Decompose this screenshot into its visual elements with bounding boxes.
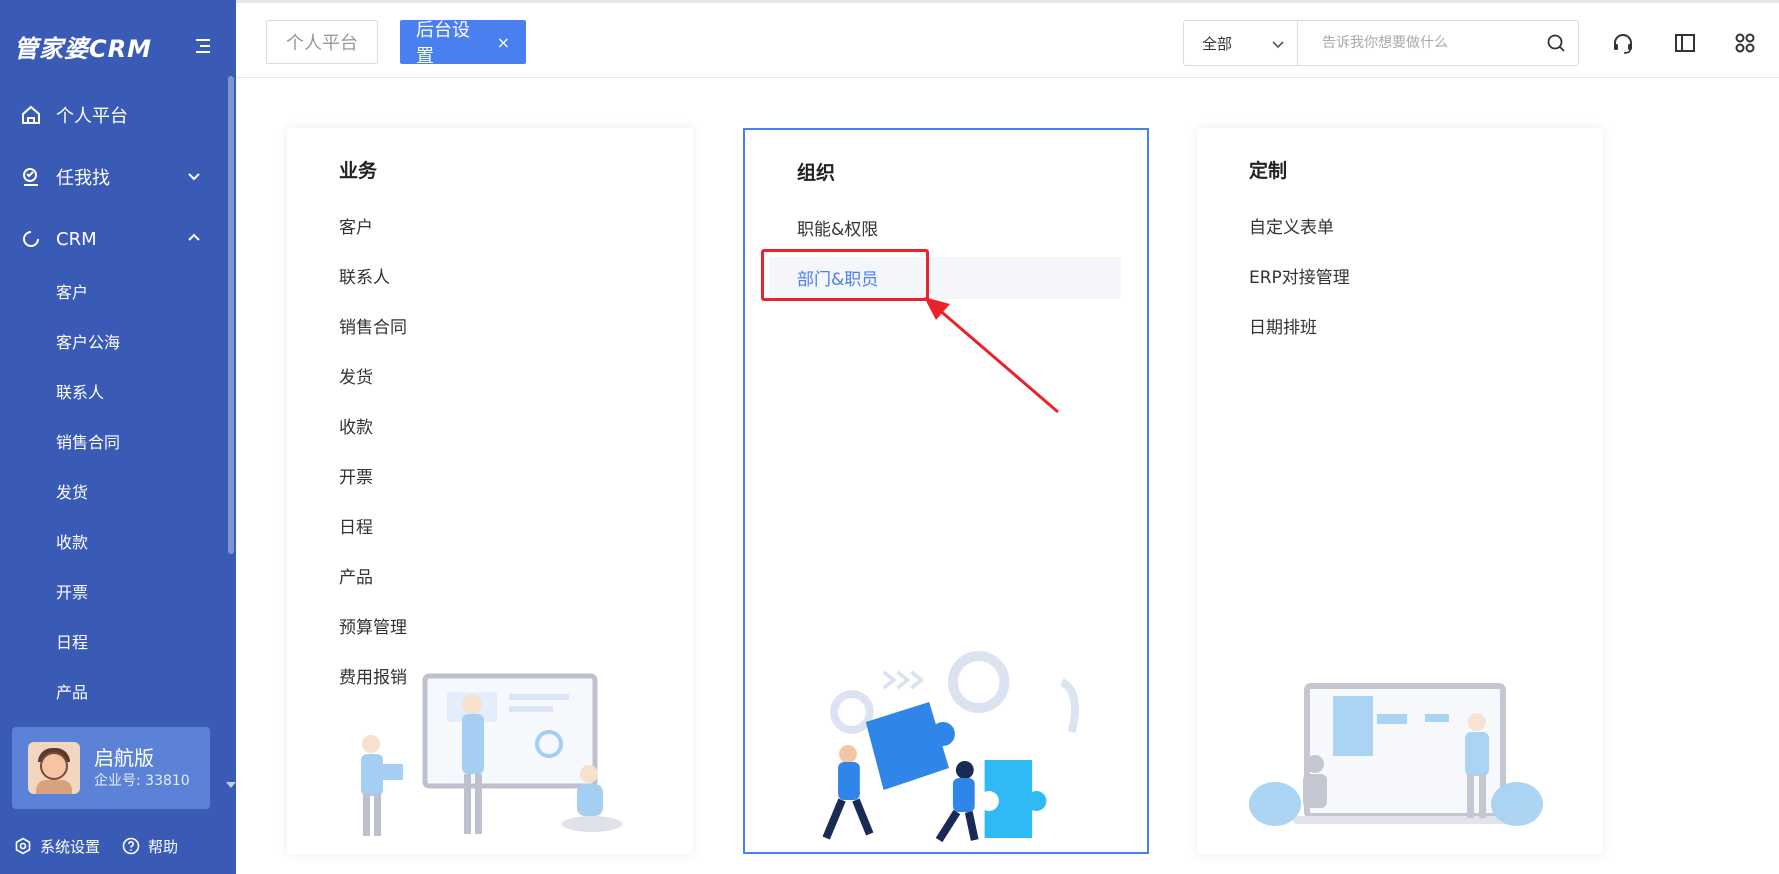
- tab-admin-settings[interactable]: 后台设置 ×: [400, 20, 526, 67]
- sidebar-subitem-schedule[interactable]: 日程: [0, 616, 228, 666]
- chevron-down-icon: [188, 173, 200, 181]
- help-icon: [122, 837, 140, 855]
- chevron-down-icon: [1272, 41, 1284, 49]
- card-item-contact[interactable]: 联系人: [339, 250, 659, 300]
- business-illustration: [361, 673, 622, 836]
- top-bar: 个人平台 后台设置 × 全部: [236, 0, 1779, 78]
- system-settings-link[interactable]: 系统设置: [14, 836, 100, 857]
- sidebar-subitem-payment[interactable]: 收款: [0, 516, 228, 566]
- card-item-list: 客户 联系人 销售合同 发货 收款 开票 日程 产品 预算管理 费用报销: [339, 200, 659, 700]
- card-customization: 定制 自定义表单 ERP对接管理 日期排班: [1197, 128, 1603, 854]
- sidebar-subitem-product[interactable]: 产品: [0, 666, 228, 706]
- help-label: 帮助: [148, 837, 179, 856]
- sidebar-scrollbar[interactable]: [228, 76, 234, 554]
- logo-row: 管家婆CRM: [14, 26, 214, 66]
- search-button[interactable]: [1534, 21, 1578, 65]
- tab-label: 个人平台: [286, 33, 358, 54]
- headset-support-icon[interactable]: [1611, 31, 1635, 55]
- card-item-schedule[interactable]: 日程: [339, 500, 659, 550]
- account-expand-icon[interactable]: [226, 782, 236, 788]
- sidebar-subitem-delivery[interactable]: 发货: [0, 466, 228, 516]
- customization-illustration: [1249, 683, 1543, 826]
- card-item-list: 自定义表单 ERP对接管理 日期排班: [1249, 200, 1569, 350]
- sidebar-subitem-customer-pool[interactable]: 客户公海: [0, 316, 228, 366]
- layout-panel-icon[interactable]: [1673, 31, 1697, 55]
- sidebar-subitem-contract[interactable]: 销售合同: [0, 416, 228, 466]
- card-organization: 组织 职能&权限 部门&职员: [743, 128, 1149, 854]
- app-logo: 管家婆CRM: [14, 34, 152, 63]
- sidebar-subitem-customer[interactable]: 客户: [0, 266, 228, 316]
- search-scope-select[interactable]: 全部: [1184, 21, 1298, 65]
- search-heart-icon: [23, 168, 38, 186]
- apps-grid-icon[interactable]: [1733, 31, 1757, 55]
- search-input[interactable]: [1298, 21, 1534, 65]
- sidebar-item-crm[interactable]: CRM: [0, 208, 228, 270]
- sidebar-item-personal[interactable]: 个人平台: [0, 84, 228, 146]
- chevron-up-icon: [188, 233, 200, 241]
- search-icon: [1547, 34, 1565, 52]
- sidebar-item-label: CRM: [56, 228, 97, 250]
- sidebar-bottom: 系统设置 帮助: [14, 834, 200, 858]
- card-business: 业务 客户 联系人 销售合同 发货 收款 开票 日程 产品 预算管理 费用报销: [287, 128, 693, 854]
- account-card[interactable]: 启航版 企业号: 33810: [12, 727, 210, 809]
- search-scope-value: 全部: [1202, 34, 1233, 53]
- enterprise-id: 企业号: 33810: [94, 773, 190, 789]
- crm-ring-icon: [23, 231, 39, 247]
- sidebar-item-search[interactable]: 任我找: [0, 146, 228, 208]
- global-search: 全部: [1183, 20, 1579, 66]
- card-item-customer[interactable]: 客户: [339, 200, 659, 250]
- card-item-product[interactable]: 产品: [339, 550, 659, 600]
- sidebar-item-label: 任我找: [56, 168, 110, 189]
- close-icon[interactable]: ×: [497, 33, 510, 52]
- sidebar-subitem-contact[interactable]: 联系人: [0, 366, 228, 416]
- avatar: [28, 742, 80, 794]
- sidebar-item-label: 个人平台: [56, 106, 128, 127]
- annotation-red-box: [761, 249, 929, 301]
- card-title: 组织: [797, 162, 836, 184]
- card-item-sales-contract[interactable]: 销售合同: [339, 300, 659, 350]
- card-item-budget[interactable]: 预算管理: [339, 600, 659, 650]
- tab-label: 后台设置: [416, 20, 470, 67]
- organization-puzzle-illustration: [822, 651, 1079, 843]
- crm-submenu: 客户 客户公海 联系人 销售合同 发货 收款 开票 日程 产品: [0, 266, 228, 706]
- card-title: 业务: [339, 160, 378, 182]
- card-item-invoice[interactable]: 开票: [339, 450, 659, 500]
- card-item-custom-form[interactable]: 自定义表单: [1249, 200, 1569, 250]
- card-item-shift-schedule[interactable]: 日期排班: [1249, 300, 1569, 350]
- sidebar-subitem-invoice[interactable]: 开票: [0, 566, 228, 616]
- card-item-erp-integration[interactable]: ERP对接管理: [1249, 250, 1569, 300]
- card-item-label: 职能&权限: [797, 219, 879, 240]
- card-item-delivery[interactable]: 发货: [339, 350, 659, 400]
- card-item-list: 职能&权限 部门&职员: [761, 202, 1121, 302]
- gear-icon: [15, 837, 31, 855]
- sidebar: 管家婆CRM 个人平台 任我找 CRM 客户 客户公海 联系人 销售合同 发货 …: [0, 0, 236, 874]
- card-item-payment[interactable]: 收款: [339, 400, 659, 450]
- tab-personal-platform[interactable]: 个人平台: [266, 20, 378, 64]
- card-item-department-staff[interactable]: 部门&职员: [761, 249, 1121, 302]
- card-item-role-permission[interactable]: 职能&权限: [797, 202, 1117, 252]
- sidebar-nav: 个人平台 任我找 CRM: [0, 84, 228, 270]
- menu-collapse-icon[interactable]: [192, 35, 214, 57]
- card-title: 定制: [1249, 160, 1288, 182]
- edition-name: 启航版: [94, 746, 154, 770]
- system-settings-label: 系统设置: [40, 837, 101, 856]
- home-icon: [22, 105, 40, 124]
- help-link[interactable]: 帮助: [122, 836, 178, 857]
